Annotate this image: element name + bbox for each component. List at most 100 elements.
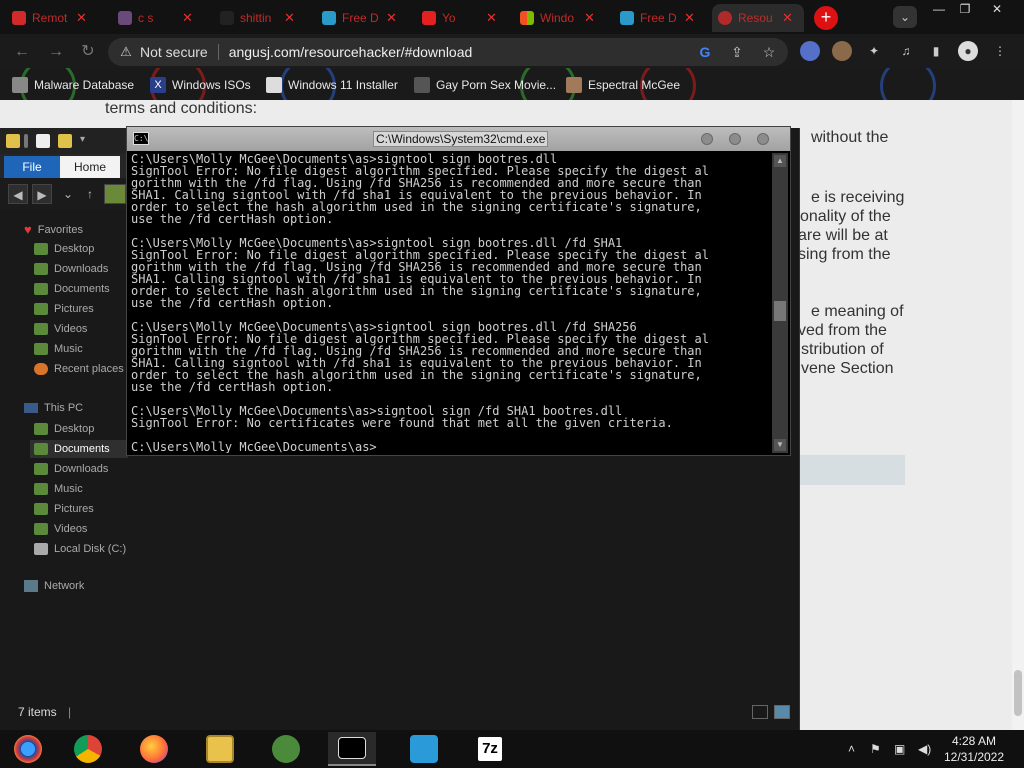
share-icon[interactable]: ⇪ [728,43,746,61]
new-tab-button[interactable]: + [814,6,838,30]
bookmark-item[interactable]: Espectral McGee [566,76,680,94]
scrollbar-thumb[interactable] [774,301,786,321]
restore-button[interactable]: ❐ [950,0,980,18]
bookmark-item[interactable]: Windows 11 Installer [266,76,398,94]
google-icon[interactable]: G [696,43,714,61]
bookmark-item[interactable]: Gay Porn Sex Movie... [414,76,556,94]
properties-icon[interactable] [36,134,50,148]
nav-item-videos[interactable]: Videos [34,520,87,538]
browser-tab[interactable]: Free D ✕ [614,4,710,32]
browser-tab[interactable]: Windo ✕ [514,4,610,32]
minimize-button[interactable] [701,133,713,145]
system-clock[interactable]: 4:28 AM 12/31/2022 [930,733,1018,765]
media-icon[interactable]: ♫ [896,41,916,61]
taskbar-7zip[interactable]: 7z [466,732,514,766]
forward-arrow-icon[interactable]: → [46,42,66,62]
scroll-up-icon[interactable]: ▲ [774,155,786,167]
chevron-down-icon[interactable]: ⌄ [58,184,78,204]
network-header[interactable]: Network [24,580,84,592]
folder-icon[interactable] [104,184,126,204]
profile-avatar-icon[interactable]: ● [958,41,978,61]
cmd-titlebar[interactable]: C:\ C:\Windows\System32\cmd.exe [127,127,790,151]
nav-item-local-disk[interactable]: Local Disk (C:) [34,540,126,558]
chevron-up-icon[interactable]: ˄ [848,742,855,756]
browser-tab[interactable]: shittin ✕ [214,4,310,32]
url-text[interactable]: angusj.com/resourcehacker/#download [229,44,473,60]
taskbar-file-explorer[interactable] [196,732,244,766]
folder-icon[interactable] [6,134,20,148]
taskbar-firefox[interactable] [130,732,178,766]
browser-tab[interactable]: c s ✕ [112,4,208,32]
network-tray-icon[interactable]: ▣ [894,742,905,756]
close-icon[interactable]: ✕ [284,10,295,26]
details-view-icon[interactable] [752,705,768,719]
webpage-text: vene Section [801,360,894,377]
taskbar-remote-app[interactable] [400,732,448,766]
close-icon[interactable]: ✕ [782,10,793,26]
nav-item-downloads[interactable]: Downloads [34,460,108,478]
this-pc-header[interactable]: This PC [24,402,83,414]
taskbar-network-app[interactable] [262,732,310,766]
close-icon[interactable]: ✕ [386,10,397,26]
nav-item-desktop[interactable]: Desktop [34,420,94,438]
cmd-icon[interactable]: C:\ [133,132,149,145]
webpage-scrollbar[interactable] [1012,100,1024,730]
nav-item-documents[interactable]: Documents [30,440,128,458]
console-output[interactable]: C:\Users\Molly McGee\Documents\as>signto… [131,153,771,453]
close-icon[interactable]: ✕ [486,10,497,26]
browser-tab[interactable]: Free D ✕ [316,4,412,32]
nav-item-music[interactable]: Music [34,340,83,358]
security-label[interactable]: Not secure [140,44,208,60]
nav-item-music[interactable]: Music [34,480,83,498]
back-arrow-icon[interactable]: ← [12,42,32,62]
explorer-titlebar[interactable]: ▾ [0,128,130,154]
close-button[interactable] [757,133,769,145]
new-folder-icon[interactable] [58,134,72,148]
extension-icon[interactable] [832,41,852,61]
nav-item-videos[interactable]: Videos [34,320,87,338]
warning-icon[interactable]: ⚠ [118,44,134,60]
nav-item-label: Pictures [54,303,94,315]
nav-item-recent-places[interactable]: Recent places [34,360,124,378]
tab-file[interactable]: File [4,156,60,178]
puzzle-icon[interactable]: ✦ [864,41,884,61]
bookmark-item[interactable]: X Windows ISOs [150,76,251,94]
back-arrow-icon[interactable]: ◀ [8,184,28,204]
nav-item-desktop[interactable]: Desktop [34,240,94,258]
reload-icon[interactable]: ↻ [78,42,98,62]
close-icon[interactable]: ✕ [182,10,193,26]
nav-item-downloads[interactable]: Downloads [34,260,108,278]
tab-search-chevron-icon[interactable]: ⌄ [893,6,917,28]
browser-tab[interactable]: Remot ✕ [6,4,106,32]
close-icon[interactable]: ✕ [76,10,87,26]
star-icon[interactable]: ☆ [760,43,778,61]
address-bar[interactable]: ⚠ Not secure angusj.com/resourcehacker/#… [108,38,788,66]
chevron-down-icon[interactable]: ▾ [80,134,94,148]
menu-dots-icon[interactable]: ⋮ [990,41,1010,61]
favorites-header[interactable]: ♥ Favorites [24,222,83,237]
close-icon[interactable]: ✕ [584,10,595,26]
nav-item-pictures[interactable]: Pictures [34,500,94,518]
bookmark-item[interactable]: Malware Database [12,76,134,94]
close-window-button[interactable]: ✕ [982,0,1012,18]
console-scrollbar[interactable]: ▲ ▼ [772,153,788,453]
nav-item-documents[interactable]: Documents [34,280,110,298]
up-arrow-icon[interactable]: ↑ [80,184,100,204]
large-icons-view-icon[interactable] [774,705,790,719]
close-icon[interactable]: ✕ [684,10,695,26]
extension-icon[interactable] [800,41,820,61]
maximize-button[interactable] [729,133,741,145]
flag-icon[interactable]: ⚑ [870,742,881,756]
taskbar-cmd[interactable] [328,732,376,766]
tab-home[interactable]: Home [60,156,120,178]
side-panel-icon[interactable]: ▮ [926,41,946,61]
browser-tab[interactable]: Yo ✕ [416,4,512,32]
scrollbar-thumb[interactable] [1014,670,1022,716]
computer-icon [24,403,38,413]
forward-arrow-icon[interactable]: ▶ [32,184,52,204]
browser-tab-active[interactable]: Resou ✕ [712,4,804,32]
taskbar-chrome[interactable] [64,732,112,766]
scroll-down-icon[interactable]: ▼ [774,439,786,451]
start-button[interactable] [4,732,52,766]
nav-item-pictures[interactable]: Pictures [34,300,94,318]
